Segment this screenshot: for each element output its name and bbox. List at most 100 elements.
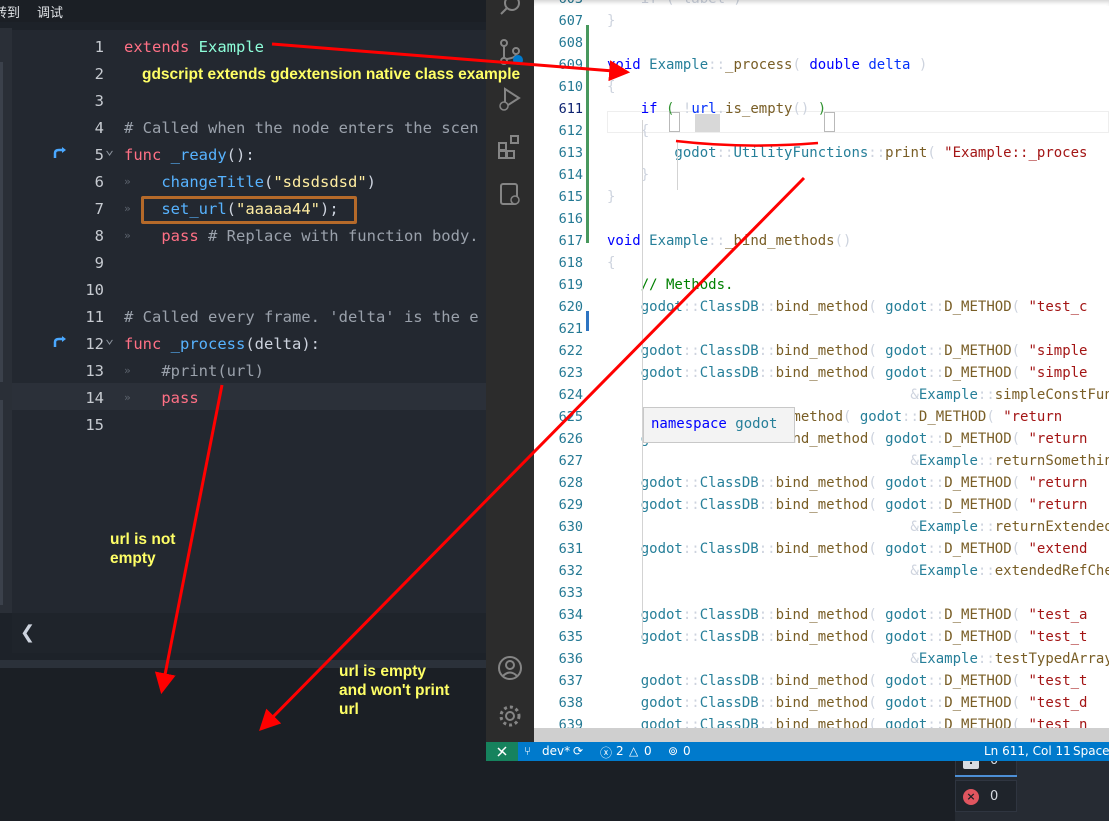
line-number[interactable]: 624 — [538, 387, 583, 403]
code-line[interactable]: 6» changeTitle("sdsdsdsd") — [12, 167, 490, 194]
errors-count[interactable]: 2 — [616, 744, 624, 758]
source-control-icon[interactable] — [496, 38, 524, 66]
line-number[interactable]: 633 — [538, 585, 583, 601]
code-line[interactable]: 621 — [534, 318, 1109, 340]
code-line[interactable]: 638 godot::ClassDB::bind_method( godot::… — [534, 692, 1109, 714]
menu-goto[interactable]: 转到 — [0, 2, 20, 21]
code-line[interactable]: 617 void Example::_bind_methods() — [534, 230, 1109, 252]
code-line[interactable]: 636 &Example::testTypedArray — [534, 648, 1109, 670]
line-number[interactable]: 632 — [538, 563, 583, 579]
code-line[interactable]: 633 — [534, 582, 1109, 604]
line-number[interactable]: 14 — [52, 389, 104, 407]
gdscript-code-editor[interactable]: 1 extends Example 2 3 4 # Called when the nod… — [12, 30, 490, 613]
line-number[interactable]: 3 — [52, 92, 104, 110]
line-number[interactable]: 13 — [52, 362, 104, 380]
line-number[interactable]: 621 — [538, 321, 583, 337]
code-line[interactable]: 610 { — [534, 76, 1109, 98]
override-method-icon[interactable] — [52, 334, 68, 350]
warnings-count[interactable]: 0 — [644, 744, 652, 758]
line-number[interactable]: 9 — [52, 254, 104, 272]
line-number[interactable]: 629 — [538, 497, 583, 513]
line-number[interactable]: 620 — [538, 299, 583, 315]
line-number[interactable]: 6 — [52, 173, 104, 191]
ports-count[interactable]: 0 — [683, 744, 691, 758]
code-line[interactable]: 637 godot::ClassDB::bind_method( godot::… — [534, 670, 1109, 692]
code-line[interactable]: 3 — [12, 86, 490, 113]
line-number[interactable]: 608 — [538, 35, 583, 51]
line-number[interactable]: 628 — [538, 475, 583, 491]
code-line[interactable]: 615} — [534, 186, 1109, 208]
line-number[interactable]: 15 — [52, 416, 104, 434]
remote-explorer-icon[interactable] — [496, 180, 524, 208]
code-line[interactable]: 627 &Example::returnSomethin — [534, 450, 1109, 472]
line-number[interactable]: 614 — [538, 167, 583, 183]
line-number[interactable]: 636 — [538, 651, 583, 667]
code-line[interactable]: 4 # Called when the node enters the scen — [12, 113, 490, 140]
account-icon[interactable] — [496, 654, 524, 682]
remote-indicator[interactable] — [486, 742, 518, 761]
code-line[interactable]: 625 ind_method( godot::D_METHOD( "return — [534, 406, 1109, 428]
line-number[interactable]: 1 — [52, 38, 104, 56]
line-number[interactable]: 618 — [538, 255, 583, 271]
code-line[interactable]: 612 { — [534, 120, 1109, 142]
code-line[interactable]: 616 — [534, 208, 1109, 230]
code-line[interactable]: 614 } — [534, 164, 1109, 186]
line-number[interactable]: 609 — [538, 57, 583, 73]
code-line[interactable]: 14» pass — [12, 383, 490, 410]
line-number[interactable]: 612 — [538, 123, 583, 139]
line-number[interactable]: 8 — [52, 227, 104, 245]
code-line[interactable]: 623 godot::ClassDB::bind_method( godot::… — [534, 362, 1109, 384]
script-list-scroll-track[interactable] — [0, 62, 3, 382]
fold-chevron-icon[interactable]: ⌄ — [105, 329, 114, 347]
settings-gear-icon[interactable] — [496, 702, 524, 730]
line-number[interactable]: 610 — [538, 79, 583, 95]
code-line[interactable]: 630 &Example::returnExtended — [534, 516, 1109, 538]
code-line[interactable]: 618 { — [534, 252, 1109, 274]
code-line[interactable]: 10 — [12, 275, 490, 302]
code-line[interactable]: 619 // Methods. — [534, 274, 1109, 296]
error-count-filter[interactable]: × 0 — [955, 780, 1017, 812]
line-number[interactable]: 2 — [52, 65, 104, 83]
code-line[interactable]: 13» #print(url) — [12, 356, 490, 383]
line-number[interactable]: 630 — [538, 519, 583, 535]
code-line[interactable]: 611 if ( !url.is_empty() ) — [534, 98, 1109, 120]
line-number[interactable]: 11 — [52, 308, 104, 326]
line-number[interactable]: 10 — [52, 281, 104, 299]
code-line[interactable]: 5 ⌄ func _ready(): — [12, 140, 490, 167]
code-line[interactable]: 607} — [534, 10, 1109, 32]
extensions-icon[interactable] — [496, 132, 524, 160]
code-line[interactable]: 629 godot::ClassDB::bind_method( godot::… — [534, 494, 1109, 516]
code-line[interactable]: 626 godot::ClassDB::bind_method( godot::… — [534, 428, 1109, 450]
line-number[interactable]: 638 — [538, 695, 583, 711]
line-number[interactable]: 7 — [52, 200, 104, 218]
line-number[interactable]: 4 — [52, 119, 104, 137]
line-number[interactable]: 622 — [538, 343, 583, 359]
code-line[interactable]: 11 # Called every frame. 'delta' is the e — [12, 302, 490, 329]
code-line[interactable]: 1 extends Example — [12, 32, 490, 59]
line-number[interactable]: 635 — [538, 629, 583, 645]
search-icon[interactable] — [496, 0, 524, 22]
code-line[interactable]: 12 ⌄ func _process(delta): — [12, 329, 490, 356]
line-number[interactable]: 613 — [538, 145, 583, 161]
cursor-position[interactable]: Ln 611, Col 11 — [984, 744, 1071, 758]
scroll-left-icon[interactable]: ❮ — [20, 622, 35, 643]
line-number[interactable]: 616 — [538, 211, 583, 227]
line-number[interactable]: 631 — [538, 541, 583, 557]
code-line[interactable]: 613 godot::UtilityFunctions::print( "Exa… — [534, 142, 1109, 164]
code-line[interactable]: 608 — [534, 32, 1109, 54]
line-number[interactable]: 615 — [538, 189, 583, 205]
code-line[interactable]: 620 godot::ClassDB::bind_method( godot::… — [534, 296, 1109, 318]
menu-debug[interactable]: 调试 — [37, 2, 63, 21]
code-line[interactable]: 609 void Example::_process( double delta … — [534, 54, 1109, 76]
line-number[interactable]: 623 — [538, 365, 583, 381]
branch-name[interactable]: dev* — [542, 744, 570, 758]
code-line[interactable]: 632 &Example::extendedRefChe — [534, 560, 1109, 582]
line-number[interactable]: 607 — [538, 13, 583, 29]
run-debug-icon[interactable] — [496, 84, 524, 112]
line-number[interactable]: 611 — [538, 101, 583, 117]
line-number[interactable]: 634 — [538, 607, 583, 623]
code-line[interactable]: 9 — [12, 248, 490, 275]
line-number[interactable]: 619 — [538, 277, 583, 293]
line-number[interactable]: 626 — [538, 431, 583, 447]
sync-icon[interactable]: ⟳ — [573, 744, 583, 758]
